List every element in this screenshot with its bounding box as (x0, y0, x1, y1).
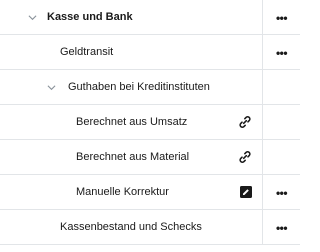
account-tree: Kasse und Bank ••• Geldtransit ••• Gutha… (0, 0, 300, 252)
tree-row-berechnet-aus-umsatz[interactable]: Berechnet aus Umsatz (0, 105, 300, 140)
column-divider (262, 105, 263, 140)
tree-row-label: Geldtransit (60, 46, 114, 58)
column-divider (262, 70, 263, 105)
tree-row-label: Berechnet aus Material (76, 151, 190, 163)
more-icon: ••• (275, 10, 288, 25)
tree-row-manuelle-korrektur[interactable]: Manuelle Korrektur ••• (0, 175, 300, 210)
tree-row-label: Guthaben bei Kreditinstituten (68, 81, 210, 93)
link-icon (239, 116, 251, 128)
edit-icon[interactable] (240, 186, 252, 198)
chevron-down-icon[interactable] (28, 13, 37, 22)
tree-row-label: Kassenbestand und Schecks (60, 221, 202, 233)
chevron-down-icon[interactable] (47, 83, 56, 92)
tree-row-kassenbestand-und-schecks[interactable]: Kassenbestand und Schecks ••• (0, 210, 300, 245)
link-icon (239, 151, 251, 163)
more-icon: ••• (275, 220, 288, 235)
tree-row-geldtransit[interactable]: Geldtransit ••• (0, 35, 300, 70)
more-button[interactable]: ••• (263, 35, 300, 70)
tree-row-guthaben-bei-kreditinstituten[interactable]: Guthaben bei Kreditinstituten (0, 70, 300, 105)
more-button[interactable]: ••• (263, 0, 300, 35)
more-icon: ••• (275, 185, 288, 200)
more-icon: ••• (275, 45, 288, 60)
column-divider (262, 140, 263, 175)
more-button[interactable]: ••• (263, 210, 300, 245)
tree-row-label: Manuelle Korrektur (76, 186, 169, 198)
tree-row-kasse-und-bank[interactable]: Kasse und Bank ••• (0, 0, 300, 35)
tree-row-label: Kasse und Bank (47, 11, 133, 23)
tree-row-label: Berechnet aus Umsatz (76, 116, 188, 128)
more-button[interactable]: ••• (263, 175, 300, 210)
tree-row-berechnet-aus-material[interactable]: Berechnet aus Material (0, 140, 300, 175)
